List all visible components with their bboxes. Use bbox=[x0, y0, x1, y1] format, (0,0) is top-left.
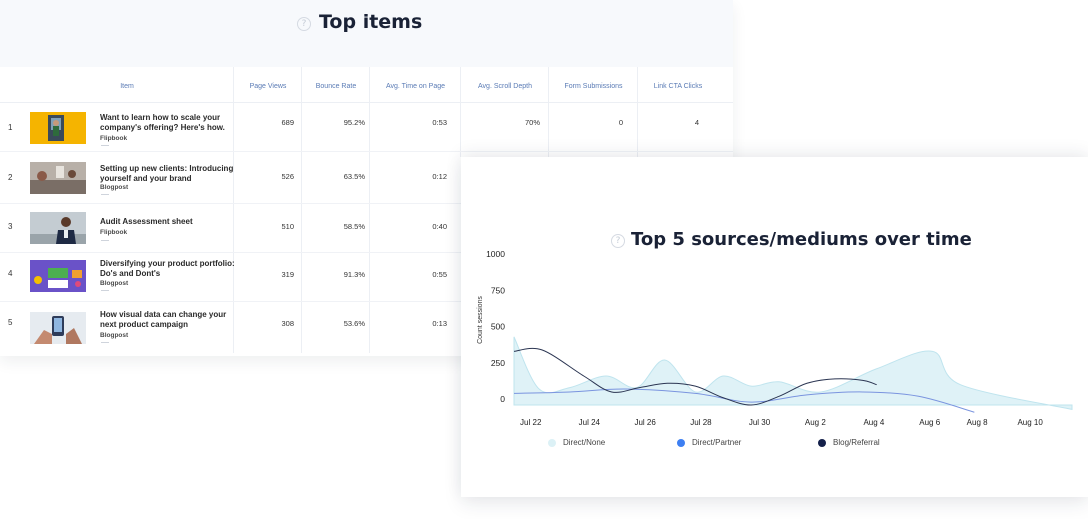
avg-time-value: 0:53 bbox=[432, 118, 447, 127]
legend-label: Direct/Partner bbox=[692, 438, 742, 447]
table-row[interactable]: 1 Want to learn how to scale your compan… bbox=[0, 103, 733, 152]
item-underline bbox=[101, 145, 109, 146]
top-items-title: Top items bbox=[319, 11, 423, 33]
form-submissions-value: 0 bbox=[618, 118, 623, 127]
item-underline bbox=[101, 342, 109, 343]
avg-time-value: 0:40 bbox=[432, 222, 447, 231]
legend-dot bbox=[818, 439, 826, 447]
item-underline bbox=[101, 240, 109, 241]
item-type: Blogpost bbox=[100, 280, 129, 287]
column-header-avg-time[interactable]: Avg. Time on Page bbox=[370, 67, 461, 103]
row-rank: 5 bbox=[8, 318, 13, 327]
page-views-value: 689 bbox=[281, 118, 294, 127]
legend-label: Blog/Referral bbox=[833, 438, 880, 447]
row-rank: 4 bbox=[8, 269, 13, 278]
item-title[interactable]: Diversifying your product portfolio: Do'… bbox=[100, 259, 235, 279]
item-type: Flipbook bbox=[100, 135, 128, 142]
row-rank: 2 bbox=[8, 173, 13, 182]
legend-label: Direct/None bbox=[563, 438, 606, 447]
avg-time-value: 0:55 bbox=[432, 270, 447, 279]
item-title[interactable]: Audit Assessment sheet bbox=[100, 217, 235, 227]
item-thumbnail bbox=[30, 260, 86, 292]
column-header-bounce-rate[interactable]: Bounce Rate bbox=[302, 67, 370, 103]
page-views-value: 526 bbox=[281, 172, 294, 181]
column-header-form-submissions[interactable]: Form Submissions bbox=[549, 67, 638, 103]
bounce-rate-value: 63.5% bbox=[343, 172, 365, 181]
sources-chart-card bbox=[461, 157, 1088, 497]
column-header-scroll-depth[interactable]: Avg. Scroll Depth bbox=[461, 67, 549, 103]
page-views-value: 510 bbox=[281, 222, 294, 231]
help-icon[interactable]: ? bbox=[297, 17, 311, 31]
item-thumbnail bbox=[30, 212, 86, 244]
bounce-rate-value: 95.2% bbox=[343, 118, 365, 127]
column-header-item[interactable]: Item bbox=[80, 67, 174, 103]
item-underline bbox=[101, 194, 109, 195]
item-underline bbox=[101, 290, 109, 291]
item-thumbnail bbox=[30, 112, 86, 144]
sources-chart-title: Top 5 sources/mediums over time bbox=[631, 229, 972, 250]
item-title[interactable]: Setting up new clients: Introducing your… bbox=[100, 164, 235, 184]
avg-time-value: 0:13 bbox=[432, 319, 447, 328]
item-type: Flipbook bbox=[100, 229, 128, 236]
column-header-page-views[interactable]: Page Views bbox=[234, 67, 302, 103]
table-header: Item Page Views Bounce Rate Avg. Time on… bbox=[0, 67, 733, 103]
cta-clicks-value: 4 bbox=[694, 118, 699, 127]
legend-dot bbox=[548, 439, 556, 447]
legend-dot bbox=[677, 439, 685, 447]
bounce-rate-value: 58.5% bbox=[343, 222, 365, 231]
item-title[interactable]: How visual data can change your next pro… bbox=[100, 310, 235, 330]
item-type: Blogpost bbox=[100, 184, 129, 191]
item-title[interactable]: Want to learn how to scale your company'… bbox=[100, 113, 235, 133]
item-type: Blogpost bbox=[100, 332, 129, 339]
row-rank: 1 bbox=[8, 123, 13, 132]
bounce-rate-value: 53.6% bbox=[343, 319, 365, 328]
scroll-depth-value: 70% bbox=[524, 118, 540, 127]
row-rank: 3 bbox=[8, 222, 13, 231]
page-views-value: 319 bbox=[281, 270, 294, 279]
avg-time-value: 0:12 bbox=[432, 172, 447, 181]
item-thumbnail bbox=[30, 162, 86, 194]
help-icon[interactable]: ? bbox=[611, 234, 625, 248]
page-views-value: 308 bbox=[281, 319, 294, 328]
item-thumbnail bbox=[30, 312, 86, 344]
column-header-cta-clicks[interactable]: Link CTA Clicks bbox=[638, 67, 718, 103]
bounce-rate-value: 91.3% bbox=[343, 270, 365, 279]
